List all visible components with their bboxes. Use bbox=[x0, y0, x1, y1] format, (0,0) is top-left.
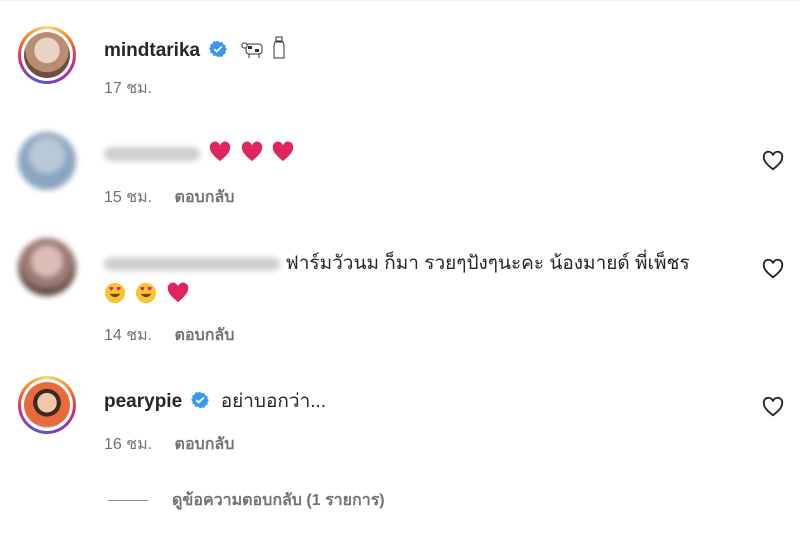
cow-icon bbox=[241, 42, 263, 58]
view-replies-label: ดูข้อความตอบกลับ (1 รายการ) bbox=[172, 492, 385, 509]
verified-badge-icon bbox=[209, 40, 228, 58]
avatar[interactable] bbox=[18, 238, 76, 296]
view-replies-button[interactable]: ดูข้อความตอบกลับ (1 รายการ) bbox=[108, 488, 385, 513]
reply-button[interactable]: ตอบกลับ bbox=[175, 327, 235, 344]
post-time: 17 ชม. bbox=[104, 80, 153, 97]
username[interactable]: pearypie bbox=[104, 391, 182, 412]
replies-divider bbox=[108, 500, 148, 502]
avatar[interactable] bbox=[18, 376, 76, 434]
comment-text: อย่าบอกว่า... bbox=[220, 391, 327, 412]
top-divider bbox=[0, 0, 800, 1]
username[interactable]: mindtarika bbox=[104, 40, 200, 61]
username-blurred[interactable] bbox=[104, 146, 200, 161]
milk-bottle-icon bbox=[273, 36, 285, 59]
username-blurred[interactable] bbox=[104, 256, 280, 271]
avatar[interactable] bbox=[18, 26, 76, 84]
avatar[interactable] bbox=[18, 132, 76, 190]
reply-button[interactable]: ตอบกลับ bbox=[175, 436, 235, 453]
red-heart-icon bbox=[241, 141, 262, 162]
comment-time: 14 ชม. bbox=[104, 327, 153, 344]
like-heart-icon[interactable] bbox=[762, 150, 784, 172]
like-heart-icon[interactable] bbox=[762, 258, 784, 280]
comment-time: 15 ชม. bbox=[104, 189, 153, 206]
red-heart-icon bbox=[167, 282, 188, 303]
red-heart-icon bbox=[272, 141, 294, 162]
heart-eyes-emoji-icon bbox=[104, 282, 126, 304]
like-heart-icon[interactable] bbox=[762, 396, 784, 418]
verified-badge-icon bbox=[191, 391, 210, 409]
comment-text: ฟาร์มวัวนม ก็มา รวยๆปังๆนะคะ น้องมายด์ พ… bbox=[285, 253, 690, 274]
comment-time: 16 ชม. bbox=[104, 436, 153, 453]
heart-eyes-emoji-icon bbox=[136, 282, 157, 304]
reply-button[interactable]: ตอบกลับ bbox=[175, 189, 235, 206]
red-heart-icon bbox=[210, 141, 231, 162]
